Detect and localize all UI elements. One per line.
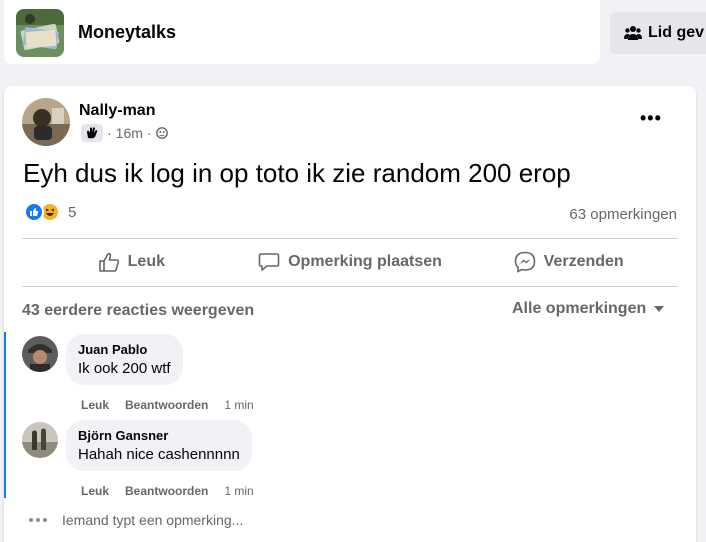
comment-text: Ik ook 200 wtf (78, 360, 171, 377)
typing-dots-icon (29, 518, 47, 522)
group-header: Moneytalks (0, 0, 601, 66)
comment-filter-label: Alle opmerkingen (512, 300, 647, 317)
reaction-summary[interactable]: 5 (24, 202, 76, 222)
post-card: Nally-man · 16m · ••• Eyh dus ik log in … (4, 86, 696, 542)
like-button[interactable]: Leuk (22, 240, 241, 284)
comment-bubble: Juan Pablo Ik ook 200 wtf (66, 334, 183, 385)
divider (22, 286, 678, 287)
comment-filter-dropdown[interactable]: Alle opmerkingen (512, 300, 665, 318)
comment-label: Opmerking plaatsen (288, 253, 442, 270)
reaction-count: 5 (68, 203, 77, 221)
post-meta: · 16m · (81, 124, 168, 142)
author-avatar[interactable] (22, 98, 70, 146)
post-actions: Leuk Opmerking plaatsen Verzenden (22, 240, 678, 284)
comment-bubble: Björn Gansner Hahah nice cashennnnn (66, 420, 252, 471)
send-button[interactable]: Verzenden (459, 240, 678, 284)
comment-button[interactable]: Opmerking plaatsen (241, 240, 460, 284)
comment-time[interactable]: 1 min (224, 398, 253, 412)
comment-like-button[interactable]: Leuk (81, 484, 109, 498)
comment-avatar[interactable] (22, 336, 58, 372)
group-cover-thumbnail[interactable] (16, 9, 64, 57)
comment-avatar[interactable] (22, 422, 58, 458)
comment-reply-button[interactable]: Beantwoorden (125, 484, 208, 498)
typing-text: Iemand typt een opmerking... (62, 512, 244, 528)
divider (22, 238, 678, 239)
like-reaction-icon (24, 202, 44, 222)
join-group-button[interactable]: Lid gev (610, 12, 706, 54)
group-name[interactable]: Moneytalks (78, 22, 176, 43)
comment-like-button[interactable]: Leuk (81, 398, 109, 412)
view-previous-comments[interactable]: 43 eerdere reacties weergeven (22, 302, 254, 320)
post-text: Eyh dus ik log in op toto ik zie random … (23, 158, 571, 188)
send-label: Verzenden (543, 253, 624, 270)
comment-actions: Leuk Beantwoorden 1 min (81, 484, 254, 498)
comment-icon (258, 253, 280, 271)
group-header-panel: Moneytalks (4, 0, 600, 64)
thumbs-up-icon (98, 252, 119, 272)
messenger-icon (514, 251, 535, 273)
more-icon[interactable]: ••• (640, 108, 662, 129)
comment-reply-button[interactable]: Beantwoorden (125, 398, 208, 412)
post-time[interactable]: 16m (116, 125, 143, 141)
comment-author[interactable]: Björn Gansner (78, 428, 240, 443)
comment-time[interactable]: 1 min (224, 484, 253, 498)
typing-indicator: Iemand typt een opmerking... (28, 512, 243, 528)
people-icon (624, 26, 642, 40)
caret-down-icon (654, 306, 665, 312)
comment-actions: Leuk Beantwoorden 1 min (81, 398, 254, 412)
comments-count[interactable]: 63 opmerkingen (569, 206, 677, 223)
join-group-label: Lid gev (648, 24, 705, 41)
comment-text: Hahah nice cashennnnn (78, 446, 240, 463)
post-separator-2: · (146, 125, 152, 141)
wave-badge-icon (81, 124, 103, 142)
comment-author[interactable]: Juan Pablo (78, 342, 171, 357)
post-author[interactable]: Nally-man (79, 102, 155, 120)
globe-icon (155, 127, 168, 139)
like-label: Leuk (127, 253, 165, 270)
comment-thread-indicator (4, 332, 6, 498)
post-separator: · (107, 125, 112, 141)
